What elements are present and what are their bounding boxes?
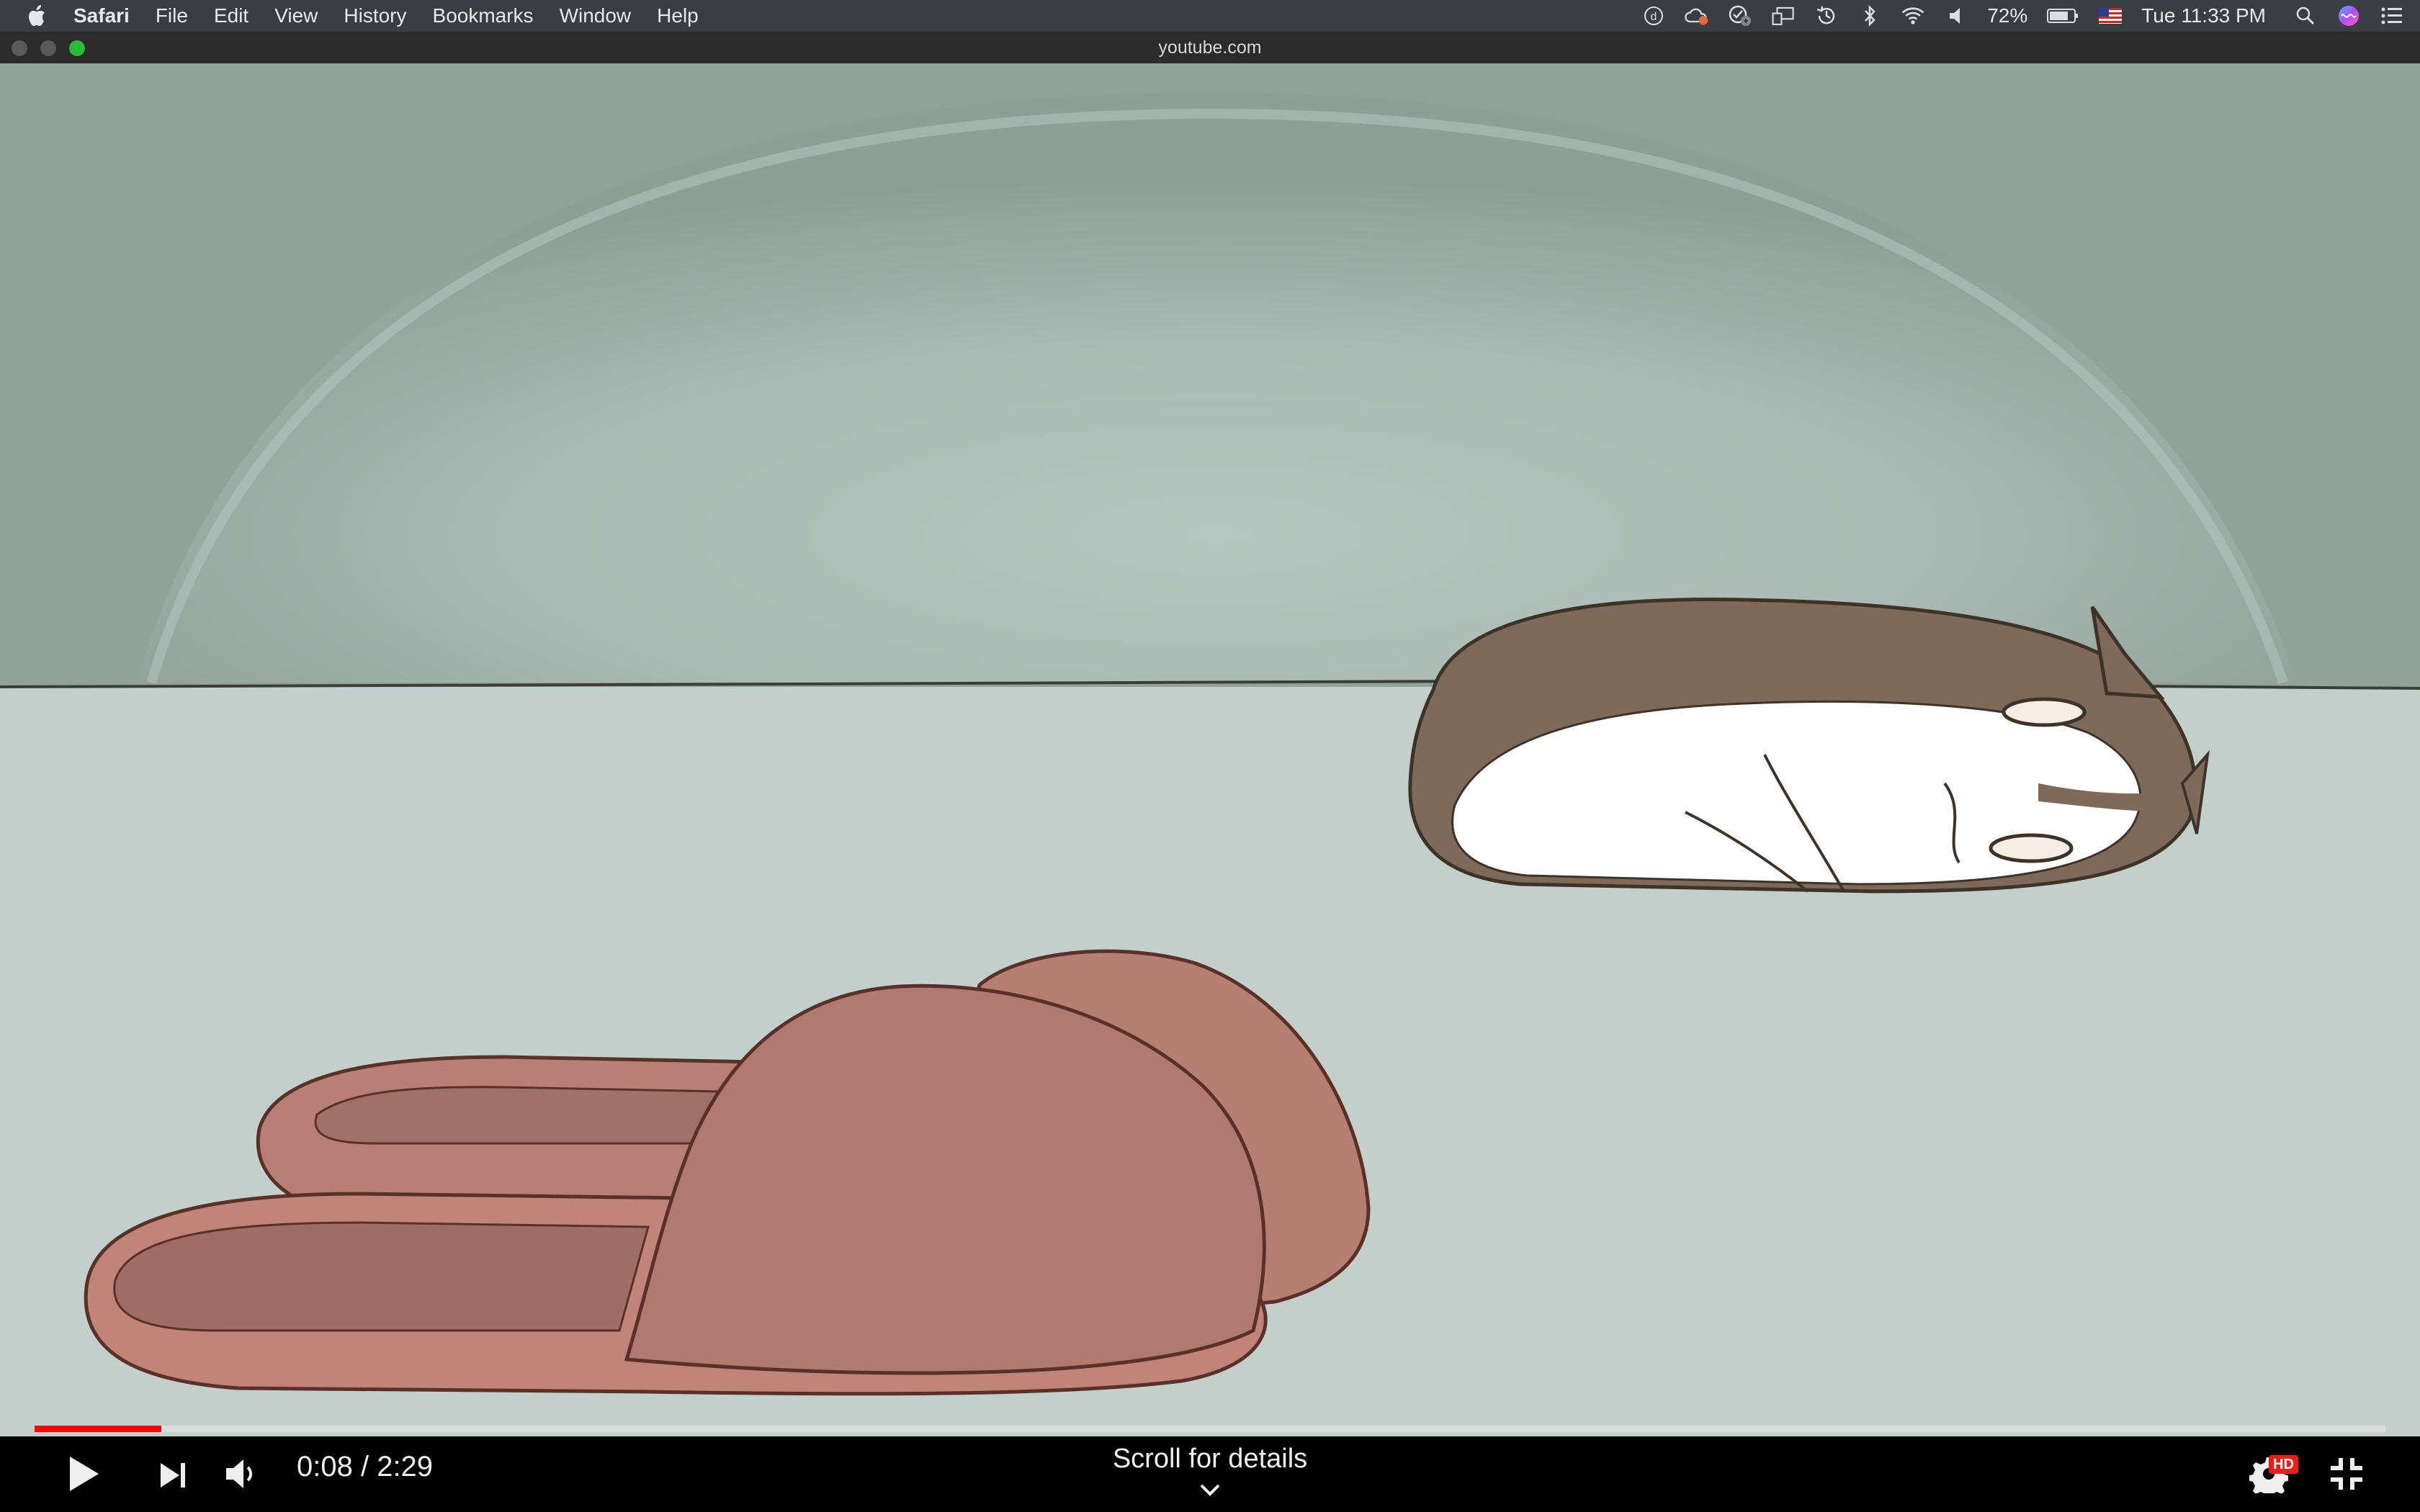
mute-button[interactable] [222,1452,265,1495]
menu-app-name[interactable]: Safari [73,4,130,27]
time-machine-icon[interactable] [1814,4,1839,28]
play-icon [70,1457,99,1491]
siri-icon[interactable] [2336,4,2361,28]
battery-percent: 72% [1987,4,2028,27]
url-label: youtube.com [1158,37,1262,58]
battery-icon[interactable] [2046,4,2079,28]
menu-view[interactable]: View [274,4,318,27]
us-flag-icon[interactable] [2098,4,2123,28]
menu-clock[interactable]: Tue 11:33 PM [2141,4,2266,27]
time-display: 0:08 / 2:29 [297,1451,434,1482]
spotlight-search-icon[interactable] [2293,4,2318,28]
bluetooth-icon[interactable] [1857,4,1882,28]
menu-history[interactable]: History [344,4,406,27]
menu-file[interactable]: File [156,4,188,27]
scroll-for-details[interactable]: Scroll for details [1066,1444,1354,1475]
svg-text:d: d [1651,11,1657,23]
video-frame[interactable] [0,63,2420,1436]
browser-titlebar: youtube.com [0,32,2420,64]
airplay-icon[interactable] [1771,4,1796,28]
chevron-down-icon[interactable] [1196,1481,1224,1498]
notification-center-icon[interactable] [2380,4,2404,28]
play-button[interactable] [62,1452,105,1495]
volume-icon[interactable] [1944,4,1968,28]
progress-bar[interactable] [35,1426,2385,1432]
next-button[interactable] [151,1454,194,1497]
dashboard-icon[interactable]: d [1641,4,1666,28]
video-illustration [0,63,2420,1436]
player-controls: 0:08 / 2:29 Scroll for details HD [0,1436,2420,1512]
menu-window[interactable]: Window [560,4,632,27]
exit-fullscreen-icon [2331,1458,2362,1490]
skip-next-icon [161,1463,185,1488]
menu-help[interactable]: Help [657,4,699,27]
exit-fullscreen-button[interactable] [2325,1452,2368,1495]
menu-edit[interactable]: Edit [214,4,248,27]
progress-played [35,1426,162,1432]
clock-check-icon[interactable] [1728,4,1752,28]
menu-bookmarks[interactable]: Bookmarks [433,4,534,27]
wifi-icon[interactable] [1901,4,1925,28]
hd-badge: HD [2269,1455,2298,1474]
apple-icon[interactable] [27,4,49,28]
volume-icon [226,1459,253,1488]
status-area: d 72% Tue 11:33 PM [1641,0,2420,32]
menu-bar: Safari File Edit View History Bookmarks … [0,0,2420,32]
cloud-sync-icon[interactable] [1685,4,1709,28]
